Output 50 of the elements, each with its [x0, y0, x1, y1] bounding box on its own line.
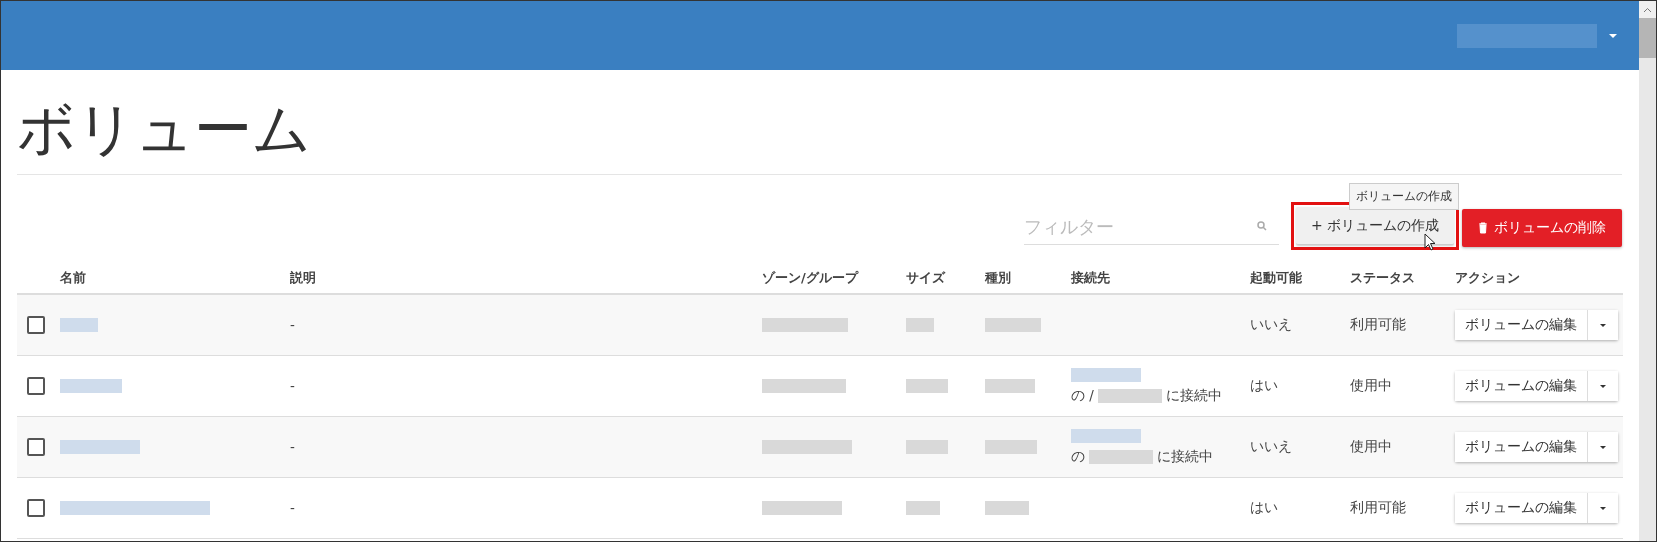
caret-icon — [1600, 384, 1606, 388]
row-checkbox[interactable] — [27, 316, 45, 334]
row-checkbox[interactable] — [27, 377, 45, 395]
caret-icon — [1600, 445, 1606, 449]
scroll-up-button[interactable] — [1639, 1, 1656, 18]
filter-field[interactable]: フィルター — [1024, 209, 1279, 245]
redacted-block — [1097, 388, 1162, 403]
redacted-block — [60, 318, 98, 332]
bootable-text: いいえ — [1250, 316, 1292, 334]
caret-icon[interactable] — [1609, 33, 1617, 38]
row-checkbox[interactable] — [27, 499, 45, 517]
page-title: ボリューム — [17, 94, 311, 165]
description-text: - — [290, 378, 295, 394]
connection-text: に接続中 — [1165, 386, 1222, 405]
redacted-block — [906, 379, 948, 393]
row-checkbox[interactable] — [27, 438, 45, 456]
connection-text: の — [1071, 447, 1085, 466]
redacted-block — [1089, 449, 1153, 464]
redacted-block — [1071, 428, 1141, 443]
status-text: 利用可能 — [1350, 316, 1406, 334]
delete-volume-button[interactable]: ボリュームの削除 — [1462, 209, 1622, 247]
trash-icon — [1478, 222, 1488, 234]
scrollbar-thumb[interactable] — [1639, 18, 1656, 58]
redacted-block — [985, 501, 1029, 515]
status-text: 使用中 — [1350, 377, 1392, 395]
edit-volume-button[interactable]: ボリュームの編集 — [1455, 432, 1588, 462]
tooltip: ボリュームの作成 — [1349, 183, 1459, 210]
redacted-block — [60, 379, 122, 393]
description-text: - — [290, 500, 295, 516]
edit-volume-button[interactable]: ボリュームの編集 — [1455, 371, 1588, 401]
connection-text: の / — [1071, 386, 1094, 405]
mouse-cursor-icon — [1424, 233, 1436, 251]
caret-icon — [1600, 323, 1606, 327]
description-text: - — [290, 439, 295, 455]
description-text: - — [290, 317, 295, 333]
search-icon — [1257, 221, 1267, 231]
redacted-block — [985, 379, 1035, 393]
edit-volume-button[interactable]: ボリュームの編集 — [1455, 493, 1588, 523]
bootable-text: いいえ — [1250, 438, 1292, 456]
status-text: 利用可能 — [1350, 499, 1406, 517]
bootable-text: はい — [1250, 499, 1278, 517]
connection-text: に接続中 — [1157, 447, 1213, 466]
edit-volume-button[interactable]: ボリュームの編集 — [1455, 310, 1588, 340]
status-text: 使用中 — [1350, 438, 1392, 456]
chevron-up-icon — [1643, 6, 1652, 13]
redacted-block — [906, 501, 940, 515]
create-volume-button[interactable]: + ボリュームの作成 — [1296, 207, 1454, 245]
redacted-block — [1071, 367, 1141, 382]
bootable-text: はい — [1250, 377, 1278, 395]
caret-icon — [1600, 506, 1606, 510]
